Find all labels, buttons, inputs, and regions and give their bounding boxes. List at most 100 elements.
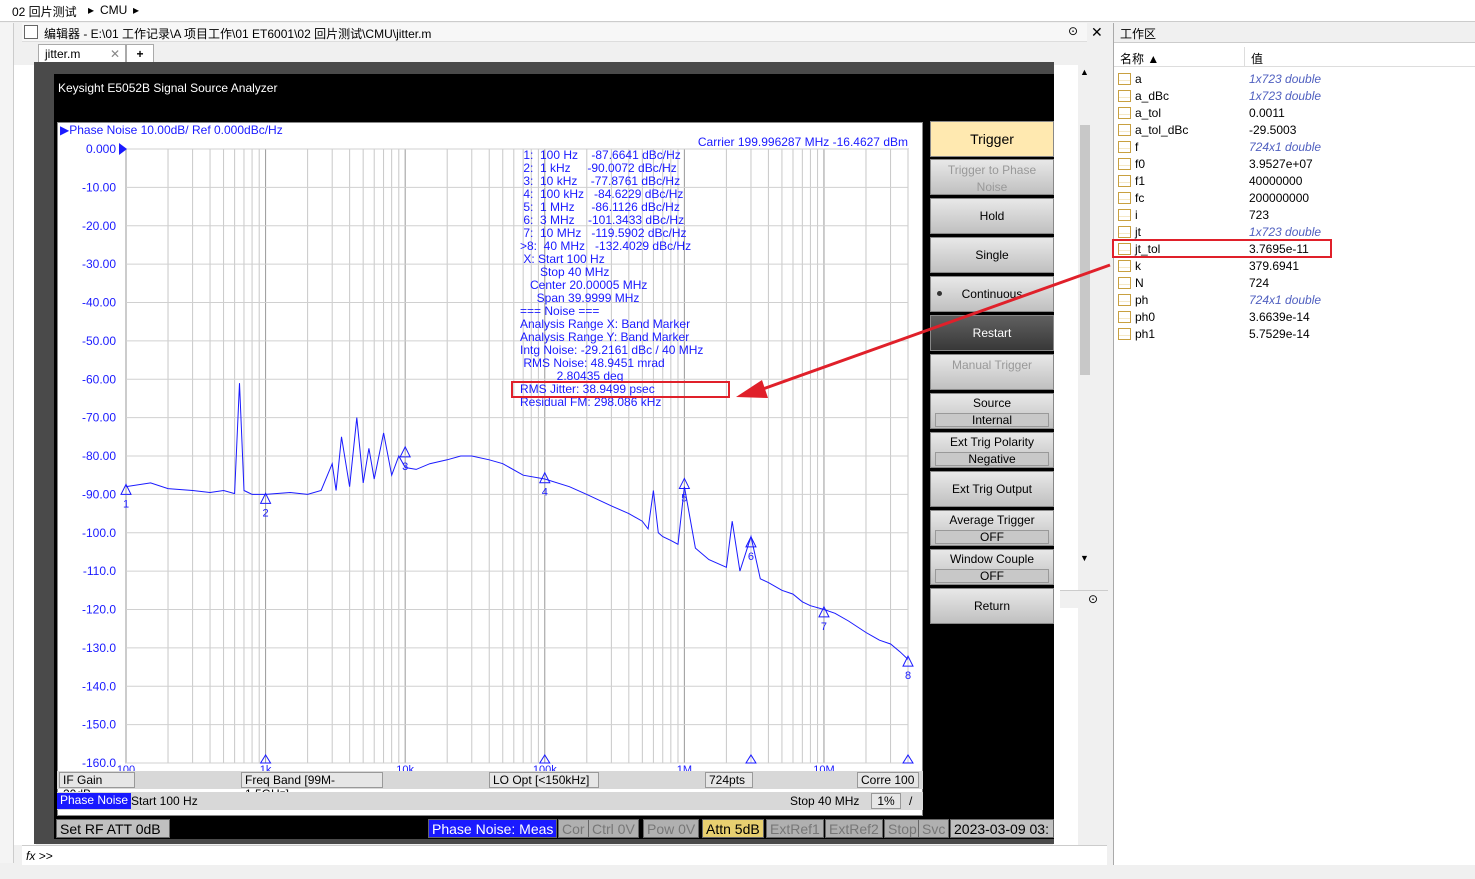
panel-menu-icon[interactable]: ⊙ [1088,592,1098,606]
instrument-header: Keysight E5052B Signal Source Analyzer [54,74,1054,119]
softkey-ext-trig-polarity[interactable]: Ext Trig Polarity Negative [930,432,1054,468]
softkey-single[interactable]: Single [930,237,1054,273]
softkey-source[interactable]: Source Internal [930,393,1054,429]
variable-icon [1118,226,1131,238]
variable-icon [1118,158,1131,170]
breadcrumb: 02 回片测试 ▸ CMU ▸ [0,0,1475,22]
variable-icon [1118,294,1131,306]
softkey-restart[interactable]: Restart [930,315,1054,351]
editor-tabs: jitter.m ✕ + [38,44,1058,64]
variable-name: i [1135,208,1138,222]
softkey-manual-trigger[interactable]: Manual Trigger [930,354,1054,390]
workspace-variable-list: a 1x723 double a_dBc 1x723 double a_tol 0.001… [1114,71,1475,351]
editor-scrollbar[interactable]: ▲ ▼ [1078,65,1092,845]
datetime: 2023-03-09 03: [950,819,1054,838]
y-tick-label: 0.000 [86,142,116,156]
variable-value: 5.7529e-14 [1249,327,1310,341]
tab-close-icon[interactable]: ✕ [110,47,120,61]
workspace-row[interactable]: a_dBc 1x723 double [1114,88,1475,105]
status-freq-band: Freq Band [99M-1.5GHz] [241,772,383,801]
workspace-row[interactable]: f1 40000000 [1114,173,1475,190]
marker-readout-line: 2.80435 deg [520,369,623,383]
marker-readout-line: 2: 1 kHz -90.0072 dBc/Hz [520,161,677,175]
editor-close-icon[interactable]: ✕ [1091,24,1103,41]
editor-menu-icon[interactable]: ⊙ [1068,24,1078,38]
softkey-hold[interactable]: Hold [930,198,1054,234]
variable-icon [1118,260,1131,272]
softkey-trigger-to-phase-noise[interactable]: Trigger to Phase Noise [930,159,1054,195]
indicator-svc: Svc [918,819,950,838]
y-tick-label: -30.00 [82,257,116,271]
workspace-row[interactable]: ph0 3.6639e-14 [1114,309,1475,326]
softkey-average-trigger[interactable]: Average Trigger OFF [930,510,1054,546]
marker-readout-line: 6: 3 MHz -101.3433 dBc/Hz [520,213,684,227]
carrier-readout: Carrier 199.996287 MHz -16.4627 dBm [698,135,908,149]
scroll-up-icon[interactable]: ▲ [1080,67,1089,77]
command-window[interactable]: fx >> [22,845,1107,865]
y-tick-label: -40.00 [82,296,116,310]
variable-value: 40000000 [1249,174,1303,188]
breadcrumb-item-folder[interactable]: 02 回片测试 [12,3,77,20]
status-percent: 1% [871,793,901,809]
status-bar-2: Phase Noise Start 100 Hz Stop 40 MHz 1% … [57,792,923,810]
entry-set-rf-att: Set RF ATT 0dB [56,819,170,838]
softkey-ext-trig-output[interactable]: Ext Trig Output [930,471,1054,507]
workspace-row[interactable]: N 724 [1114,275,1475,292]
marker-1-label: 1 [123,498,129,510]
marker-readout-line: 1: 100 Hz -87.6641 dBc/Hz [520,148,681,162]
marker-readout-line: Center 20.00005 MHz [520,278,647,292]
workspace-row[interactable]: ph 724x1 double [1114,292,1475,309]
variable-value: 1x723 double [1249,225,1322,239]
softkey-return[interactable]: Return [930,588,1054,624]
variable-icon [1118,328,1131,340]
status-lo-opt: LO Opt [<150kHz] [489,772,599,788]
command-prompt: fx >> [26,849,53,863]
softkey-win-value: OFF [935,569,1049,583]
meas-status: Phase Noise: Meas [428,819,558,838]
editor-gutter [14,65,36,845]
variable-name: k [1135,259,1141,273]
softkey-win-label: Window Couple [949,552,1035,566]
status-slash: / [909,794,913,808]
workspace-row[interactable]: k 379.6941 [1114,258,1475,275]
marker-readout-line: Intg Noise: -29.2161 dBc / 40 MHz [520,343,703,357]
workspace-header: 名称 ▲ 值 [1114,47,1475,67]
indicator-pow: Pow 0V [643,819,700,838]
workspace-row[interactable]: i 723 [1114,207,1475,224]
tab-jitter-m[interactable]: jitter.m ✕ [38,44,126,64]
scroll-thumb[interactable] [1080,125,1090,375]
softkey-window-couple[interactable]: Window Couple OFF [930,549,1054,585]
col-divider [1244,47,1245,67]
workspace-row[interactable]: a_tol 0.0011 [1114,105,1475,122]
add-tab-button[interactable]: + [126,44,154,64]
indicator-extref2: ExtRef2 [825,819,883,838]
col-name-header[interactable]: 名称 ▲ [1120,50,1159,67]
col-value-header[interactable]: 值 [1251,50,1263,67]
variable-icon [1118,277,1131,289]
softkey-source-label: Source [972,396,1012,410]
variable-icon [1118,73,1131,85]
marker-readout-line: 5: 1 MHz -86.1126 dBc/Hz [520,200,680,214]
marker-6-label: 6 [748,551,754,563]
editor-title-bar: 编辑器 - E:\01 工作记录\A 项目工作\01 ET6001\02 回片测… [22,23,1087,42]
marker-readout-line: Analysis Range X: Band Marker [520,317,690,331]
marker-2-label: 2 [263,507,269,519]
editor-code-area[interactable] [1053,65,1078,845]
selected-dot-icon [937,291,942,296]
variable-value: 379.6941 [1249,259,1300,273]
workspace-row[interactable]: f 724x1 double [1114,139,1475,156]
workspace-row[interactable]: ph1 5.7529e-14 [1114,326,1475,343]
status-mode[interactable]: Phase Noise [57,793,132,809]
softkey-continuous[interactable]: Continuous [930,276,1054,312]
workspace-row[interactable]: a_tol_dBc -29.5003 [1114,122,1475,139]
scroll-down-icon[interactable]: ▼ [1080,553,1089,563]
workspace-row[interactable]: fc 200000000 [1114,190,1475,207]
marker-3-label: 3 [402,461,408,473]
workspace-row[interactable]: f0 3.9527e+07 [1114,156,1475,173]
variable-icon [1118,209,1131,221]
breadcrumb-item-cmu[interactable]: CMU [100,3,127,17]
indicator-attn: Attn 5dB [702,819,764,838]
editor-title: 编辑器 - E:\01 工作记录\A 项目工作\01 ET6001\02 回片测… [44,27,432,41]
workspace-panel: 工作区 名称 ▲ 值 a 1x723 double a_dBc 1x723 doubl… [1112,23,1475,865]
workspace-row[interactable]: a 1x723 double [1114,71,1475,88]
